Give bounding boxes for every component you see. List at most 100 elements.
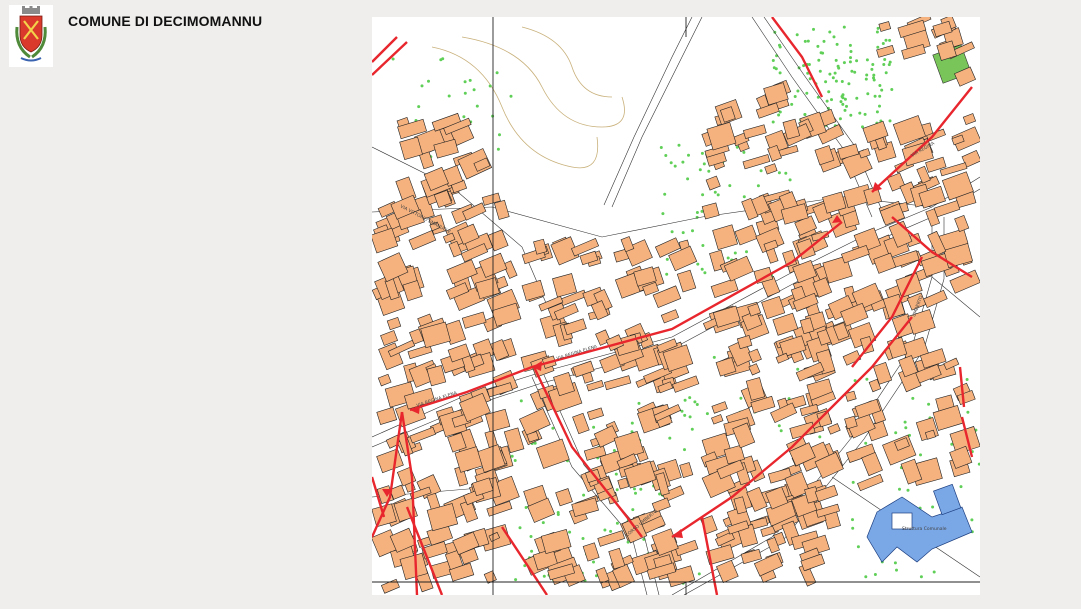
tree-dot — [633, 487, 636, 491]
tree-dot — [592, 425, 596, 429]
tree-dot — [524, 506, 528, 509]
tree-dot — [509, 94, 513, 98]
tree-dot — [612, 449, 616, 452]
tree-dot — [771, 120, 775, 124]
tree-dot — [690, 427, 694, 431]
tree-dot — [728, 184, 732, 188]
tree-dot — [716, 193, 720, 197]
tree-dot — [871, 63, 875, 66]
tree-dot — [827, 90, 831, 94]
tree-dot — [427, 79, 430, 83]
tree-dot — [683, 398, 687, 402]
tree-dot — [603, 528, 607, 532]
tree-dot — [878, 94, 882, 98]
tree-dot — [683, 448, 686, 452]
tree-dot — [970, 518, 974, 522]
tree-dot — [697, 572, 701, 576]
tree-dot — [858, 111, 862, 115]
tree-dot — [630, 421, 634, 425]
tree-dot — [463, 80, 467, 84]
page-title: COMUNE DI DECIMOMANNU — [68, 13, 263, 29]
tree-dot — [472, 88, 476, 92]
tree-dot — [876, 26, 880, 30]
tree-dot — [818, 69, 822, 73]
tree-dot — [637, 401, 641, 405]
tree-dot — [447, 94, 451, 98]
tree-dot — [788, 178, 792, 182]
tree-dot — [609, 529, 613, 533]
tree-dot — [864, 575, 868, 579]
tree-dot — [805, 91, 809, 95]
tree-dot — [778, 43, 781, 47]
tree-dot — [851, 480, 855, 484]
tree-dot — [870, 67, 874, 71]
tree-dot — [542, 574, 546, 578]
tree-dot — [677, 143, 681, 147]
tree-dot — [851, 518, 854, 522]
tree-dot — [883, 58, 887, 61]
tree-dot — [614, 472, 618, 476]
tree-dot — [529, 535, 533, 538]
tree-dot — [661, 212, 665, 216]
tree-dot — [932, 570, 936, 574]
tree-dot — [742, 150, 746, 154]
tree-dot — [865, 73, 869, 77]
tree-dot — [681, 231, 685, 235]
tree-dot — [850, 69, 854, 73]
tree-dot — [828, 30, 832, 34]
tree-dot — [865, 58, 869, 62]
tree-dot — [726, 256, 730, 260]
tree-dot — [703, 271, 707, 275]
tree-dot — [806, 39, 810, 43]
tree-dot — [790, 102, 794, 106]
tree-dot — [670, 230, 674, 234]
tree-dot — [615, 488, 619, 492]
tree-dot — [439, 58, 443, 62]
tree-dot — [707, 169, 711, 173]
tree-dot — [686, 177, 690, 181]
tree-dot — [568, 530, 572, 534]
tree-dot — [828, 72, 832, 76]
tree-dot — [865, 377, 869, 381]
tree-dot — [701, 193, 705, 197]
tree-dot — [818, 435, 822, 439]
tree-dot — [556, 513, 560, 516]
tree-dot — [683, 413, 687, 417]
tree-dot — [695, 403, 699, 406]
tree-dot — [864, 441, 868, 445]
tree-dot — [664, 154, 668, 157]
tree-dot — [838, 117, 842, 121]
tree-dot — [834, 79, 838, 83]
tree-dot — [592, 560, 595, 564]
tree-dot — [965, 378, 969, 381]
tree-dot — [777, 113, 781, 117]
tree-dot — [842, 25, 846, 29]
tree-dot — [864, 77, 868, 81]
tree-dot — [812, 27, 815, 31]
tree-dot — [733, 251, 737, 255]
tree-dot — [841, 102, 845, 106]
tree-dot — [700, 267, 704, 271]
tree-dot — [888, 119, 892, 123]
tree-dot — [906, 488, 910, 492]
coat-of-arms-icon — [15, 6, 47, 62]
tree-dot — [849, 50, 853, 53]
tree-dot — [756, 184, 760, 188]
tree-dot — [417, 105, 421, 109]
tree-dot — [856, 545, 860, 549]
tree-dot — [551, 426, 555, 430]
tree-dot — [919, 453, 922, 457]
tree-dot — [890, 88, 894, 91]
tree-dot — [673, 164, 677, 168]
tree-dot — [836, 64, 840, 68]
tree-dot — [843, 97, 847, 101]
tree-dot — [778, 71, 782, 75]
tree-dot — [878, 104, 881, 108]
tree-dot — [863, 112, 867, 116]
tree-dot — [835, 42, 839, 46]
tree-dot — [391, 57, 395, 61]
tree-dot — [581, 537, 585, 540]
tree-dot — [698, 168, 702, 172]
tree-dot — [488, 84, 492, 88]
tree-dot — [842, 61, 846, 65]
